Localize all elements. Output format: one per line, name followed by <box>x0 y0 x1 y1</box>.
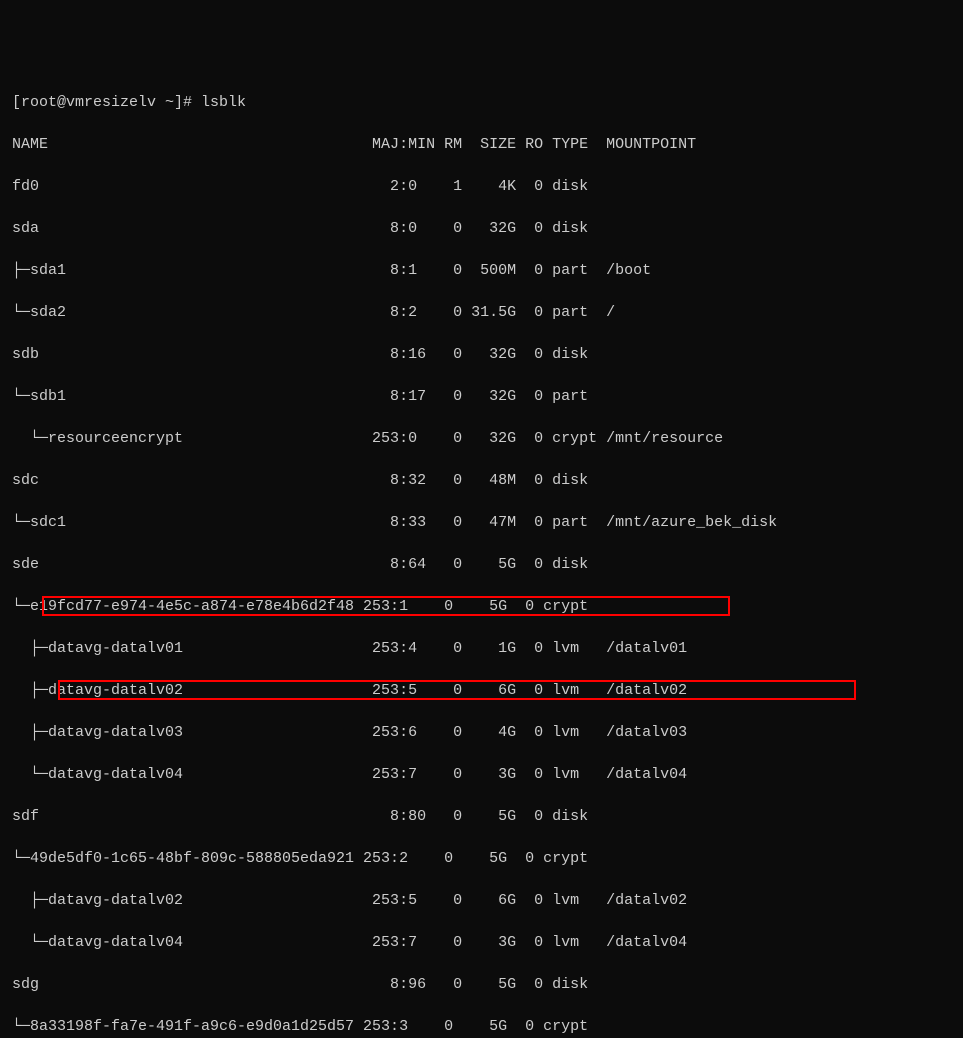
lsblk-row: └─sda2 8:2 0 31.5G 0 part / <box>12 302 951 323</box>
lsblk-row: sdb 8:16 0 32G 0 disk <box>12 344 951 365</box>
lsblk-row: └─sdc1 8:33 0 47M 0 part /mnt/azure_bek_… <box>12 512 951 533</box>
lsblk-row: └─datavg-datalv04 253:7 0 3G 0 lvm /data… <box>12 932 951 953</box>
lsblk-row: └─49de5df0-1c65-48bf-809c-588805eda921 2… <box>12 848 951 869</box>
row-text: ├─datavg-datalv02 253:5 0 6G 0 lvm /data… <box>12 682 687 699</box>
row-text: └─e19fcd77-e974-4e5c-a874-e78e4b6d2f48 2… <box>12 598 588 615</box>
lsblk-row: └─resourceencrypt 253:0 0 32G 0 crypt /m… <box>12 428 951 449</box>
lsblk-row: └─8a33198f-fa7e-491f-a9c6-e9d0a1d25d57 2… <box>12 1016 951 1037</box>
lsblk-row: └─sdb1 8:17 0 32G 0 part <box>12 386 951 407</box>
lsblk-row: sdf 8:80 0 5G 0 disk <box>12 806 951 827</box>
lsblk-row: sdg 8:96 0 5G 0 disk <box>12 974 951 995</box>
lsblk-row: fd0 2:0 1 4K 0 disk <box>12 176 951 197</box>
lsblk-row: sda 8:0 0 32G 0 disk <box>12 218 951 239</box>
lsblk-row: ├─sda1 8:1 0 500M 0 part /boot <box>12 260 951 281</box>
lsblk-row: sdc 8:32 0 48M 0 disk <box>12 470 951 491</box>
lsblk-row: sde 8:64 0 5G 0 disk <box>12 554 951 575</box>
lsblk-row: ├─datavg-datalv02 253:5 0 6G 0 lvm /data… <box>12 890 951 911</box>
lsblk-row-highlighted: ├─datavg-datalv02 253:5 0 6G 0 lvm /data… <box>12 680 951 701</box>
lsblk-row: ├─datavg-datalv03 253:6 0 4G 0 lvm /data… <box>12 722 951 743</box>
lsblk-row: └─datavg-datalv04 253:7 0 3G 0 lvm /data… <box>12 764 951 785</box>
lsblk-row-highlighted: └─e19fcd77-e974-4e5c-a874-e78e4b6d2f48 2… <box>12 596 951 617</box>
lsblk-row: ├─datavg-datalv01 253:4 0 1G 0 lvm /data… <box>12 638 951 659</box>
terminal-prompt: [root@vmresizelv ~]# lsblk <box>12 92 951 113</box>
lsblk-header: NAME MAJ:MIN RM SIZE RO TYPE MOUNTPOINT <box>12 134 951 155</box>
